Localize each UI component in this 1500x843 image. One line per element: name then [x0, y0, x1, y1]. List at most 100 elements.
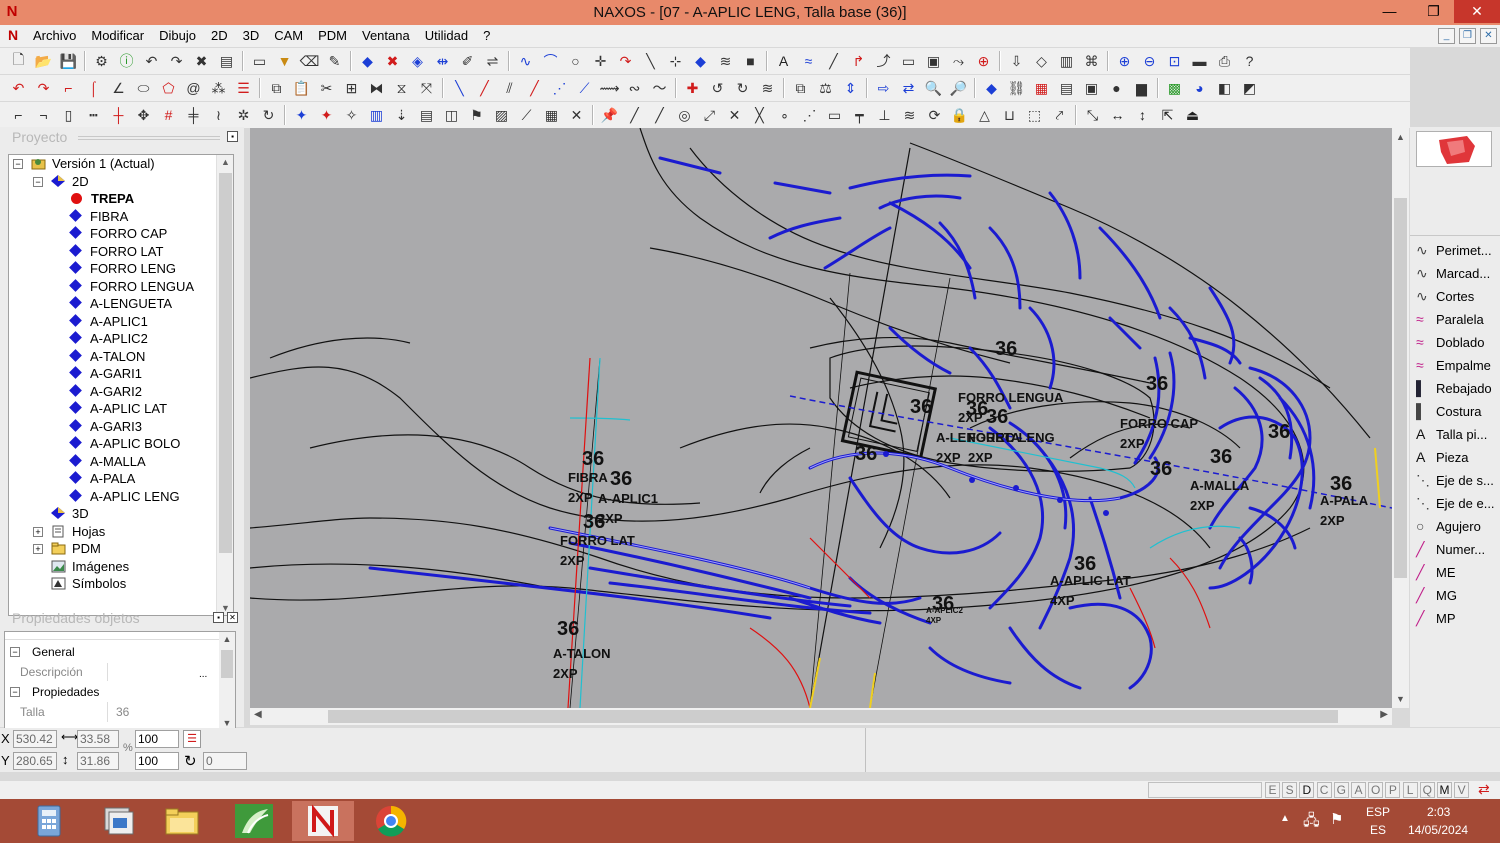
maximize-button[interactable]: ❐ [1418, 0, 1449, 23]
point-red-icon[interactable]: ✚ [680, 77, 705, 99]
properties-scroll-thumb[interactable] [221, 650, 233, 678]
diamond-grid-icon[interactable]: ◇ [1029, 50, 1054, 72]
line-icon[interactable]: ╲ [638, 50, 663, 72]
list-icon[interactable]: ▤ [414, 104, 439, 126]
snap-icon[interactable]: ⊹ [663, 50, 688, 72]
properties-grid[interactable]: − General Descripción ... − Propiedades … [4, 631, 236, 731]
move-icon[interactable]: ✥ [131, 104, 156, 126]
status-flag[interactable]: D [1299, 782, 1315, 798]
naxos-taskbar-icon[interactable] [292, 801, 354, 841]
x-mark-icon[interactable]: ✕ [722, 104, 747, 126]
polygon-icon[interactable]: ⬠ [156, 77, 181, 99]
proportional-lock-icon[interactable]: ☰ [183, 730, 201, 748]
thread-icon[interactable]: ╱ [647, 104, 672, 126]
status-flag[interactable]: Q [1419, 782, 1435, 798]
insert-icon[interactable]: ◆ [355, 50, 380, 72]
star-icon[interactable]: ✲ [231, 104, 256, 126]
zoom-out-icon[interactable]: ⊖ [1137, 50, 1162, 72]
file-explorer-stack-icon[interactable] [86, 801, 148, 841]
blob-icon[interactable]: ● [1104, 77, 1129, 99]
collapse-icon[interactable]: − [10, 647, 20, 657]
needle-icon[interactable]: ╱ [622, 104, 647, 126]
wave-edit-icon[interactable]: ≀ [206, 104, 231, 126]
pin-properties-icon[interactable]: ▪ [213, 612, 224, 623]
status-flag[interactable]: L [1402, 782, 1418, 798]
pattern-icon[interactable]: ⁂ [206, 77, 231, 99]
measure-icon[interactable]: ⇌ [480, 50, 505, 72]
info-icon[interactable]: ⓘ [114, 50, 139, 72]
ruler-icon[interactable]: ▬ [1187, 50, 1212, 72]
canvas-vscroll-thumb[interactable] [1394, 198, 1407, 578]
height-field[interactable]: 31.86 [77, 752, 119, 770]
tool-item[interactable]: ∿ Marcad... [1416, 262, 1490, 284]
new-file-icon[interactable]: 🗋 [6, 50, 31, 72]
shape-icon[interactable]: ⏏ [1180, 104, 1205, 126]
delete-x-icon[interactable]: ✖ [189, 50, 214, 72]
tool-item[interactable]: ╱ Numer... [1416, 538, 1485, 560]
tree-piece-item[interactable]: A-GARI3 [69, 418, 142, 436]
tag-icon[interactable]: ⌘ [1079, 50, 1104, 72]
curve-smooth-icon[interactable]: 〜 [647, 77, 672, 99]
tree-piece-item[interactable]: A-APLIC BOLO [69, 435, 180, 453]
square-dashed-icon[interactable]: ⬚ [1022, 104, 1047, 126]
properties-icon[interactable]: ▤ [214, 50, 239, 72]
save-icon[interactable]: 💾 [56, 50, 81, 72]
rotate-right-icon[interactable]: ↻ [730, 77, 755, 99]
tree-piece-item[interactable]: A-APLIC1 [69, 313, 148, 331]
calculator-app-icon[interactable] [18, 801, 80, 841]
scroll-up-icon[interactable]: ▲ [219, 634, 235, 644]
tree-piece-item[interactable]: A-TALON [69, 348, 145, 366]
marker-pin-icon[interactable]: ⊕ [971, 50, 996, 72]
box-icon[interactable]: ▦ [539, 104, 564, 126]
prop-talla-row[interactable]: Talla 36 [5, 702, 219, 722]
open-folder-icon[interactable]: 📂 [31, 50, 56, 72]
tree-piece-item[interactable]: A-LENGUETA [69, 295, 172, 313]
chart-icon[interactable]: ▥ [1054, 50, 1079, 72]
slash-gray-icon[interactable]: ⟋ [514, 104, 539, 126]
arrow-swap-icon[interactable]: ⇄ [896, 77, 921, 99]
menu-utilidad[interactable]: Utilidad [424, 28, 476, 43]
y-coordinate-field[interactable]: 280.65 [13, 752, 57, 770]
canvas-vertical-scrollbar[interactable]: ▲ ▼ [1392, 128, 1409, 708]
dotted-line-icon[interactable]: ⋰ [797, 104, 822, 126]
piece-preview-thumbnail[interactable] [1416, 131, 1492, 167]
network-icon[interactable]: 🖧 [1303, 810, 1320, 835]
refresh-icon[interactable]: ↻ [256, 104, 281, 126]
stretch-icon[interactable]: ⟿ [597, 77, 622, 99]
node-icon[interactable]: ◆ [688, 50, 713, 72]
redo-icon[interactable]: ↷ [164, 50, 189, 72]
zigzag-icon[interactable]: ≋ [713, 50, 738, 72]
menu-3d[interactable]: 3D [242, 28, 268, 43]
down-arrow-icon[interactable]: ⇣ [389, 104, 414, 126]
cut-icon[interactable]: ✂ [314, 77, 339, 99]
slash-icon[interactable]: ╱ [821, 50, 846, 72]
corner-icon[interactable]: ⌐ [56, 77, 81, 99]
x-thin-icon[interactable]: ╳ [747, 104, 772, 126]
scroll-right-icon[interactable]: ▶ [1380, 709, 1388, 720]
menu-2d[interactable]: 2D [210, 28, 236, 43]
x-coordinate-field[interactable]: 530.42 [13, 730, 57, 748]
ellipse-icon[interactable]: ⬭ [131, 77, 156, 99]
block-icon[interactable]: ▆ [1129, 77, 1154, 99]
rotation-field[interactable]: 0 [203, 752, 247, 770]
arc-left-icon[interactable]: ↶ [6, 77, 31, 99]
canvas-horizontal-scrollbar[interactable]: ◀ ▶ [250, 708, 1392, 725]
tree-piece-item[interactable]: A-GARI1 [69, 365, 142, 383]
route-icon[interactable]: ⤳ [946, 50, 971, 72]
bracket-icon[interactable]: ⊔ [997, 104, 1022, 126]
status-flag[interactable]: E [1265, 782, 1280, 798]
tool-item[interactable]: ∿ Cortes [1416, 285, 1474, 307]
tree-piece-item[interactable]: FORRO LAT [69, 243, 163, 261]
tree-piece-item[interactable]: A-APLIC2 [69, 330, 148, 348]
hash-icon[interactable]: # [156, 104, 181, 126]
tool-item[interactable]: ▌ Costura [1416, 400, 1482, 422]
book-icon[interactable]: ◫ [439, 104, 464, 126]
tree-piece-item[interactable]: A-MALLA [69, 453, 146, 471]
flag-icon[interactable]: ⚑ [464, 104, 489, 126]
circle-icon[interactable]: ○ [563, 50, 588, 72]
curve-tool-icon[interactable]: ↷ [613, 50, 638, 72]
menu-dibujo[interactable]: Dibujo [158, 28, 204, 43]
offset-icon[interactable]: ⫽ [497, 77, 522, 99]
image-icon[interactable]: ▩ [1162, 77, 1187, 99]
status-flag[interactable]: S [1282, 782, 1298, 798]
